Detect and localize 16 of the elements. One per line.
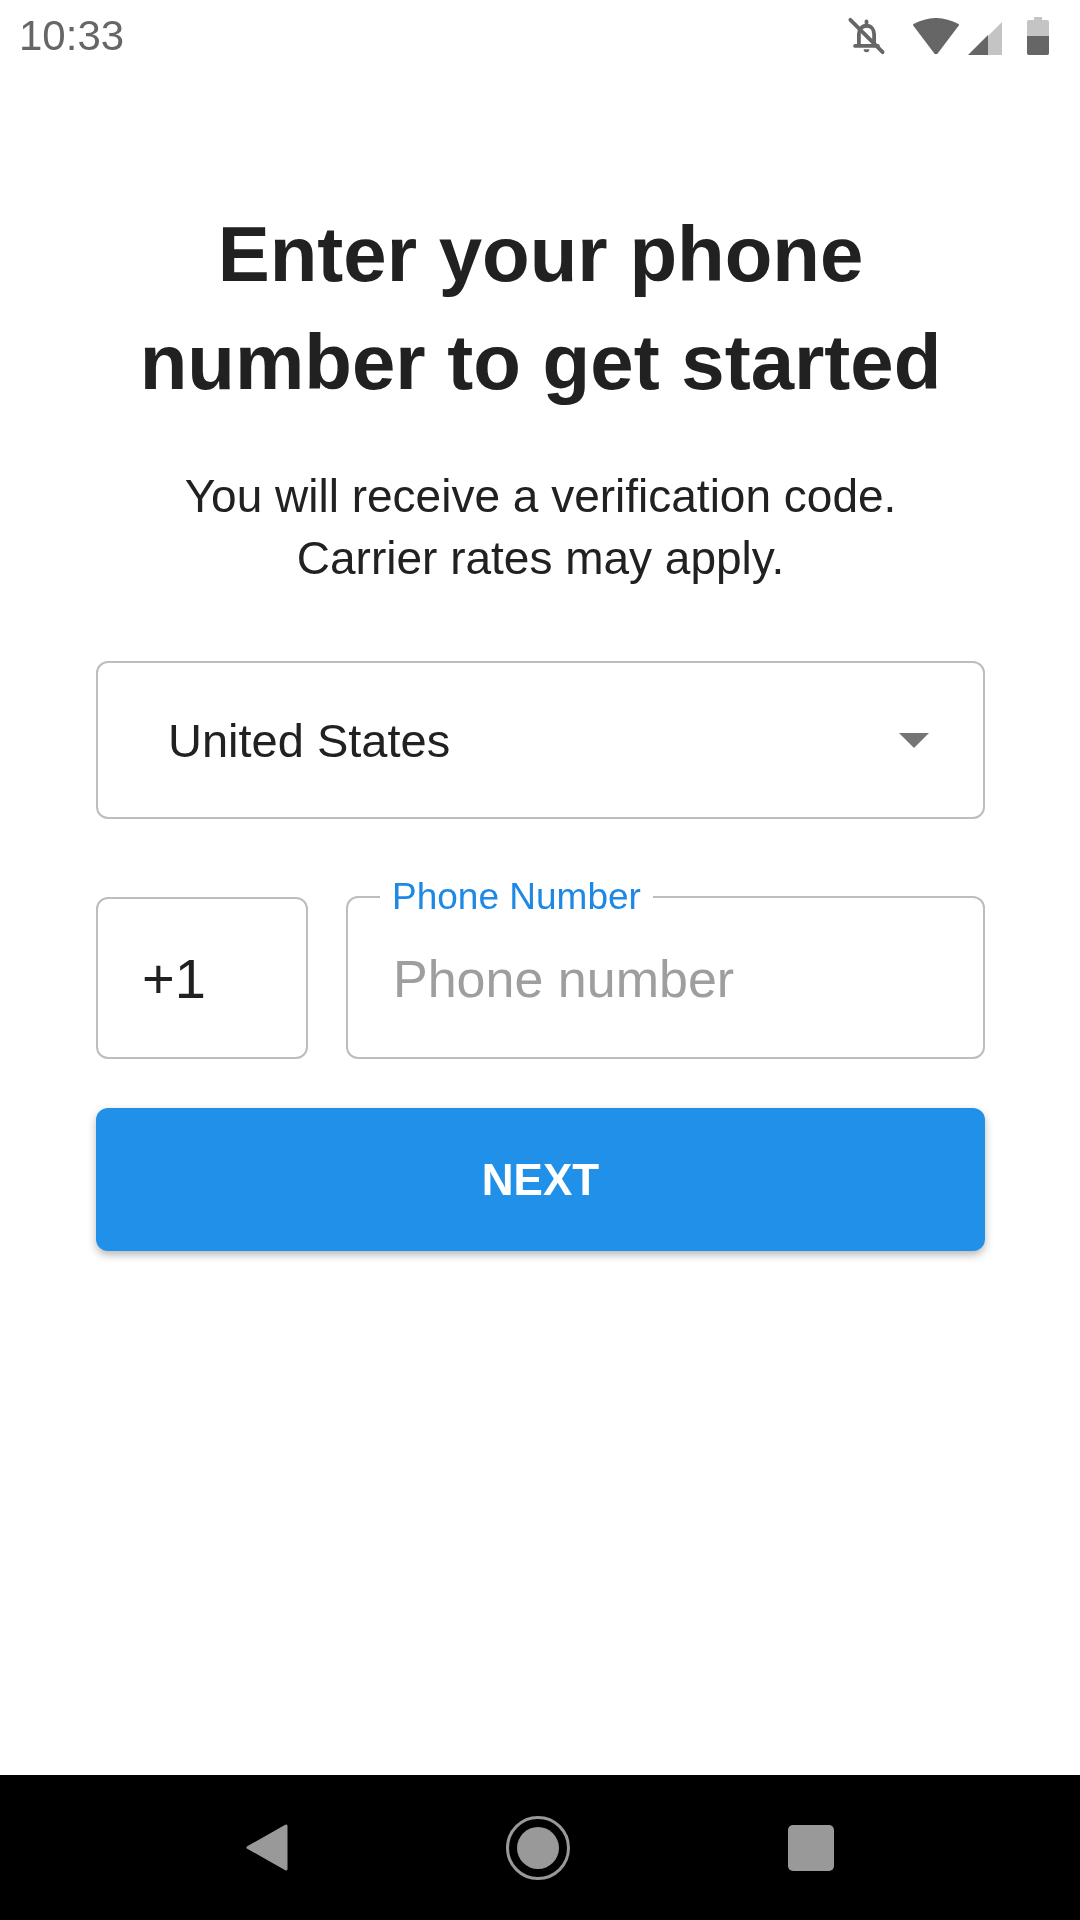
- phone-number-input[interactable]: Phone number: [348, 915, 983, 1043]
- phone-number-field[interactable]: Phone Number Phone number: [346, 879, 985, 1059]
- back-icon[interactable]: [246, 1824, 288, 1871]
- home-icon[interactable]: [506, 1815, 570, 1880]
- signal-icon: [968, 21, 1002, 55]
- recents-icon[interactable]: [788, 1824, 834, 1871]
- bell-off-icon: [847, 17, 886, 55]
- country-dropdown[interactable]: United States: [96, 661, 985, 819]
- caret-icon: [899, 732, 929, 748]
- phone-number-label: Phone Number: [391, 879, 642, 915]
- country-code-field[interactable]: +1: [96, 897, 308, 1059]
- page-title: Enter your phone number to get started: [138, 209, 943, 408]
- battery-icon: [1027, 17, 1049, 55]
- subtitle-text: You will receive a verification code. Carrier rates may apply.: [183, 469, 898, 586]
- wifi-icon: [913, 18, 959, 54]
- status-time: 10:33: [19, 15, 125, 57]
